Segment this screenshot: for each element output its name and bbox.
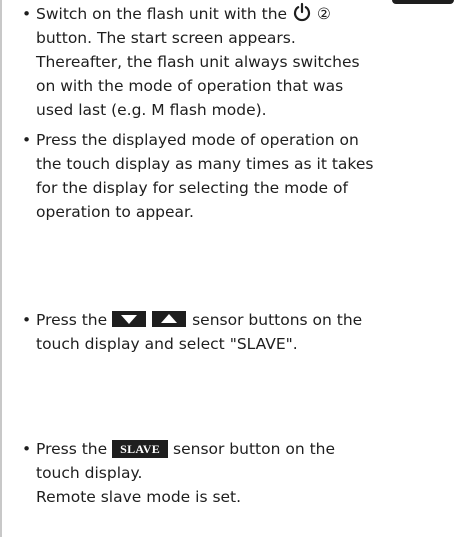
instruction-text: Press the	[36, 440, 108, 458]
list-item-switch-on: • Switch on the flash unit with the ② bu…	[22, 2, 448, 122]
bullet: •	[22, 5, 32, 23]
instruction-line: the touch display as many times as it ta…	[36, 155, 374, 173]
page-margin-rule	[0, 0, 2, 537]
bullet: •	[22, 131, 32, 149]
instruction-line: for the display for selecting the mode o…	[36, 179, 348, 197]
instruction-line: used last (e.g. M flash mode).	[36, 101, 267, 119]
instruction-line: Thereafter, the flash unit always switch…	[36, 53, 360, 71]
circled-number-2: ②	[316, 5, 331, 23]
arrow-down-sensor-icon	[112, 311, 147, 327]
instruction-text: Switch on the flash unit with the	[36, 5, 288, 23]
bullet: •	[22, 440, 32, 458]
instruction-line: touch display.	[36, 464, 143, 482]
instruction-line: Switch on the flash unit with the ②	[22, 2, 448, 26]
instruction-line: Press the displayed mode of operation on	[36, 131, 359, 149]
instruction-line: Remote slave mode is set.	[36, 488, 242, 506]
list-item-select-mode: • Press the displayed mode of operation …	[22, 128, 448, 224]
instruction-text: sensor buttons on the	[192, 311, 363, 329]
instruction-line: Press the sensor buttons on the	[22, 308, 448, 332]
instruction-line: operation to appear.	[36, 203, 194, 221]
slave-sensor-button: SLAVE	[112, 440, 169, 458]
instruction-line: Press the SLAVE sensor button on the	[22, 437, 448, 461]
instruction-text: Press the	[36, 311, 108, 329]
list-item-select-slave: • Press the sensor buttons on the touch …	[22, 308, 448, 356]
bullet: •	[22, 311, 32, 329]
power-icon	[293, 2, 311, 22]
instruction-line: touch display and select "SLAVE".	[36, 335, 298, 353]
arrow-up-sensor-icon	[152, 311, 187, 327]
instruction-line: button. The start screen appears.	[36, 29, 296, 47]
list-item-set-slave: • Press the SLAVE sensor button on the t…	[22, 437, 448, 509]
instruction-line: on with the mode of operation that was	[36, 77, 344, 95]
instruction-text: sensor button on the	[173, 440, 336, 458]
